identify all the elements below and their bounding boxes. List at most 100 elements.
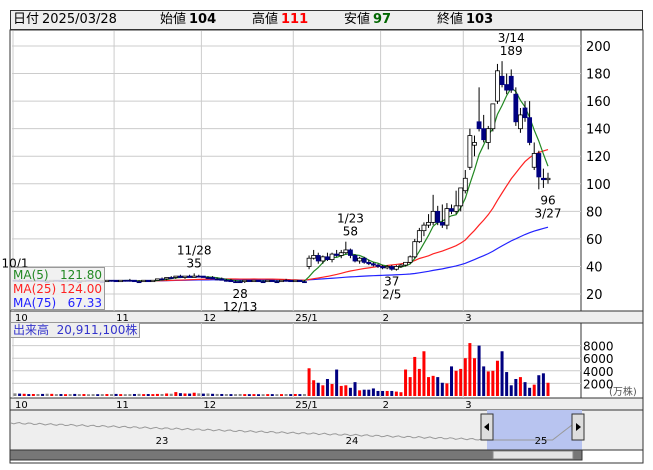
volume-bar (201, 393, 205, 396)
volume-bar (339, 385, 343, 396)
volume-bar (123, 394, 127, 396)
ma25-label: MA(25) (13, 282, 57, 296)
volume-bar (537, 375, 541, 396)
volume-bar (344, 385, 348, 396)
volume-bar (413, 356, 417, 396)
volume-bar (316, 382, 320, 396)
candle (325, 256, 330, 260)
volume-bar (169, 393, 173, 396)
volume-bar (371, 388, 375, 396)
price-annotation: 3/27 (535, 206, 562, 220)
volume-bar (275, 394, 279, 396)
candle (458, 187, 464, 207)
candle (251, 279, 257, 283)
volume-bar (404, 369, 408, 396)
candle (334, 253, 340, 256)
volume-bar (390, 390, 394, 396)
scrollbar-thumb[interactable] (492, 450, 574, 460)
price-annotation: 3/14 (498, 31, 525, 45)
volume-bar (50, 393, 54, 396)
price-volume-chart[interactable]: 2040608010012014016018020020004000600080… (0, 0, 653, 470)
volume-bar (408, 377, 412, 396)
volume-bar (284, 394, 288, 396)
volume-bar (234, 394, 238, 396)
volume-bar (247, 394, 251, 396)
candle (361, 257, 367, 263)
candle (228, 279, 234, 283)
ma5-value: 121.80 (60, 268, 102, 282)
price-annotation: 1/23 (337, 212, 364, 226)
volume-title: 出来高 (13, 323, 50, 337)
candle (421, 224, 427, 232)
candle (481, 128, 487, 141)
month-label: 3 (465, 400, 471, 411)
volume-bar (436, 377, 440, 396)
candle (476, 121, 482, 130)
volume-bar (31, 393, 35, 396)
volume-bar (422, 351, 426, 396)
legend-ma5: MA(5) 121.80 (11, 268, 104, 282)
candle (315, 255, 321, 262)
candle (210, 277, 215, 280)
volume-bar (238, 393, 242, 396)
candle (357, 257, 363, 262)
volume-bar (178, 393, 182, 396)
volume-bar (22, 393, 26, 396)
volume-bar (518, 377, 522, 396)
candle (352, 255, 358, 262)
price-tick-label: 120 (586, 150, 611, 165)
candle (191, 275, 197, 278)
candle (182, 275, 188, 278)
volume-label: 出来高 20,911,100株 (10, 322, 141, 338)
volume-bar (45, 393, 49, 396)
volume-bar (302, 394, 306, 396)
volume-tick-label: 8000 (583, 340, 614, 354)
candle (444, 208, 450, 226)
candle (472, 142, 477, 146)
volume-bar (18, 393, 22, 396)
candle (439, 221, 445, 226)
candle (132, 279, 137, 283)
candle (527, 117, 533, 143)
volume-bar (541, 373, 545, 396)
price-tick-label: 100 (586, 178, 611, 193)
price-annotation: 35 (187, 256, 202, 270)
navigator-year-label: 23 (156, 436, 169, 447)
volume-bar (312, 380, 316, 396)
volume-bar (445, 383, 449, 396)
price-annotation: 189 (500, 44, 523, 58)
candle (499, 75, 505, 85)
price-tick-label: 80 (586, 205, 603, 220)
candle (150, 279, 156, 283)
candle (265, 279, 271, 283)
volume-bar (105, 394, 109, 396)
volume-bar (252, 394, 256, 396)
volume-bar (500, 351, 504, 396)
candle (246, 279, 252, 283)
month-label: 12 (203, 400, 216, 411)
price-annotation: 12/13 (223, 300, 258, 314)
stock-chart-window: 日付 2025/03/28 始値 104 高値 111 安値 97 終値 103… (0, 0, 653, 470)
candle (513, 93, 519, 123)
candle (122, 279, 128, 282)
volume-bar (482, 366, 486, 396)
month-label: 2 (383, 313, 389, 324)
candle (283, 279, 289, 282)
candle (495, 70, 500, 102)
candle (200, 275, 206, 278)
volume-unit-label: (万株) (609, 385, 637, 398)
volume-bar (183, 393, 187, 396)
candle (545, 177, 551, 181)
candle (214, 278, 220, 281)
volume-bar (160, 393, 164, 396)
candle (173, 275, 179, 278)
volume-bar (155, 393, 159, 396)
volume-bar (509, 385, 513, 396)
volume-bar (546, 382, 550, 396)
candle (187, 275, 193, 278)
candle (375, 264, 381, 267)
month-label: 12 (203, 313, 216, 324)
month-label: 11 (116, 400, 129, 411)
candle (522, 107, 528, 119)
legend-ma75: MA(75) 67.33 (11, 296, 104, 310)
